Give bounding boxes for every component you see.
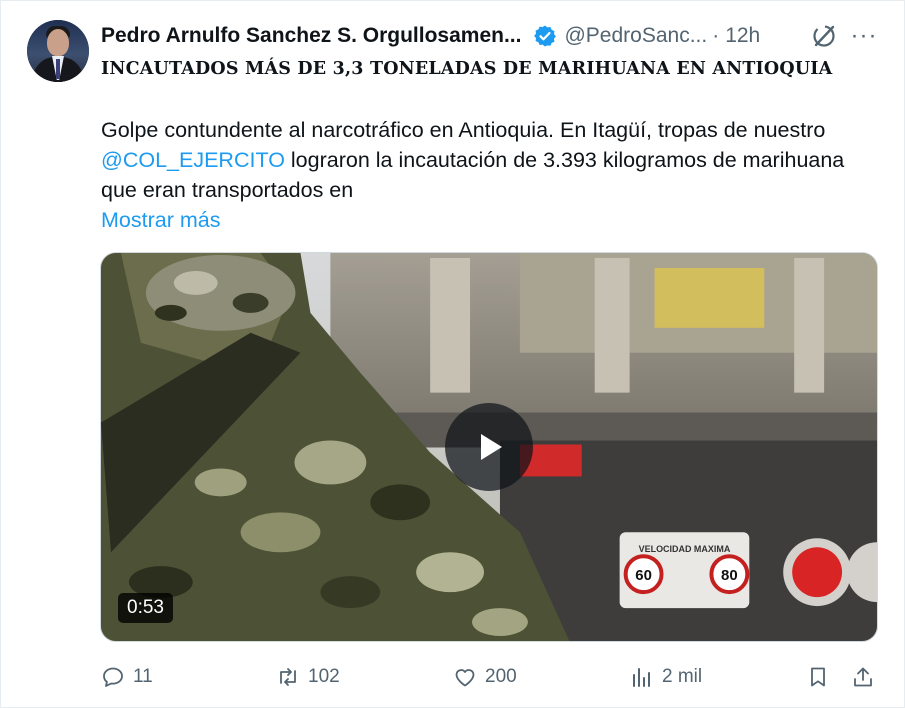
action-bar: 11 102 200 2 mil bbox=[1, 659, 905, 695]
reply-button[interactable]: 11 bbox=[101, 659, 153, 695]
play-icon bbox=[481, 434, 502, 460]
tweet-text: Golpe contundente al narcotráfico en Ant… bbox=[101, 115, 861, 205]
mention-link[interactable]: @COL_EJERCITO bbox=[101, 148, 285, 172]
verified-badge-icon bbox=[534, 25, 557, 47]
tweet-header: Pedro Arnulfo Sanchez S. Orgullosamen...… bbox=[101, 22, 760, 50]
grok-icon[interactable] bbox=[810, 22, 838, 50]
views-button[interactable]: 2 mil bbox=[630, 659, 702, 695]
views-count: 2 mil bbox=[662, 666, 703, 687]
heart-icon bbox=[455, 669, 475, 687]
tweet-card[interactable]: Pedro Arnulfo Sanchez S. Orgullosamen...… bbox=[0, 0, 905, 708]
views-icon bbox=[633, 668, 650, 687]
bookmark-icon bbox=[811, 667, 825, 687]
speed-plate-label: VELOCIDAD MAXIMA bbox=[639, 544, 731, 554]
bookmark-button[interactable] bbox=[806, 659, 838, 695]
tweet-text-part: Golpe contundente al narcotráfico en Ant… bbox=[101, 118, 826, 142]
play-button[interactable] bbox=[445, 403, 533, 491]
like-button[interactable]: 200 bbox=[453, 659, 517, 695]
author-name[interactable]: Pedro Arnulfo Sanchez S. Orgullosamen... bbox=[101, 24, 521, 48]
reply-icon bbox=[103, 667, 123, 687]
share-button[interactable] bbox=[851, 659, 883, 695]
author-handle[interactable]: @PedroSanc... bbox=[564, 24, 707, 48]
avatar[interactable] bbox=[27, 20, 89, 82]
reply-count: 11 bbox=[133, 666, 153, 687]
show-more-link[interactable]: Mostrar más bbox=[101, 205, 220, 235]
like-count: 200 bbox=[485, 666, 517, 687]
timestamp[interactable]: 12h bbox=[725, 24, 760, 48]
more-icon[interactable]: ··· bbox=[850, 22, 878, 49]
speed-sign-1: 60 bbox=[635, 567, 652, 584]
repost-count: 102 bbox=[308, 666, 340, 687]
share-icon bbox=[854, 667, 872, 687]
video-duration: 0:53 bbox=[118, 593, 173, 623]
separator: · bbox=[712, 24, 720, 47]
headline: INCAUTADOS MÁS DE 3,3 TONELADAS DE MARIH… bbox=[101, 59, 833, 79]
repost-button[interactable]: 102 bbox=[276, 659, 340, 695]
repost-icon bbox=[280, 668, 296, 686]
speed-sign-2: 80 bbox=[721, 567, 738, 584]
